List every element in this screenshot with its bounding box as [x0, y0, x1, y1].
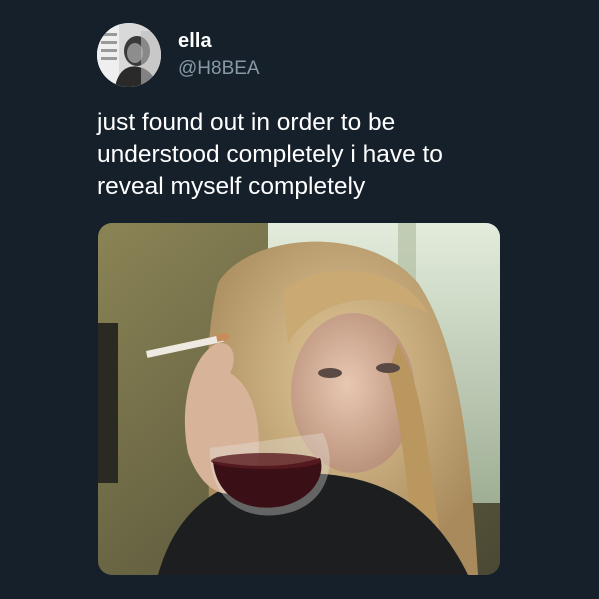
tweet-text-line: understood completely i have to	[97, 141, 443, 168]
tweet-media[interactable]	[98, 223, 500, 575]
tweet-text-line: reveal myself completely	[97, 173, 366, 200]
avatar[interactable]	[97, 23, 161, 87]
profile-photo-avatar-icon	[97, 23, 161, 87]
user-handle[interactable]: @H8BEA	[178, 58, 260, 80]
tweet-text-line: just found out in order to be	[97, 109, 396, 136]
attached-photo-icon	[98, 223, 500, 575]
tweet-text: just found out in order to be understood…	[97, 107, 567, 203]
tweet-card: ella @H8BEA just found out in order to b…	[0, 0, 599, 599]
display-name[interactable]: ella	[178, 30, 212, 53]
